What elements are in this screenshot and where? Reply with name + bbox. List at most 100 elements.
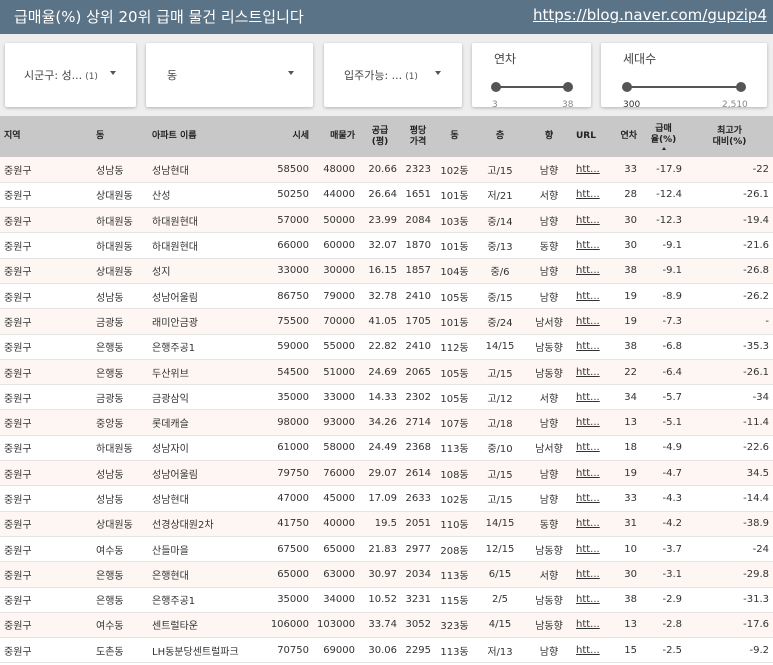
listing-table: 지역 동 아파트 이름 시세 매물가 공급 (평) 평당 가격 동 층 향 UR… bbox=[0, 116, 773, 664]
table-row[interactable]: 중원구 여수동 산들마을 67500 65000 21.83 2977 208동 12/15 남동… bbox=[0, 536, 773, 563]
cell-age: 28 bbox=[606, 182, 641, 209]
cell-building: 102동 bbox=[435, 485, 474, 512]
cell-url-link[interactable]: htt... bbox=[572, 258, 606, 284]
cell-url-link[interactable]: htt... bbox=[572, 536, 606, 563]
table-row[interactable]: 중원구 하대원동 성남자이 61000 58000 24.49 2368 113동 중/10 남서… bbox=[0, 435, 773, 462]
header-age[interactable]: 연차 bbox=[606, 116, 641, 157]
cell-age: 33 bbox=[606, 157, 641, 183]
sigungu-filter-dropdown[interactable]: 시군구: 성... (1) bbox=[5, 43, 136, 107]
cell-price-per-pyeong: 2633 bbox=[401, 485, 435, 512]
table-row[interactable]: 중원구 성남동 성남어울림 79750 76000 29.07 2614 108동 고/15 남향… bbox=[0, 460, 773, 487]
cell-price-per-pyeong: 2714 bbox=[401, 409, 435, 436]
header-building[interactable]: 동 bbox=[435, 116, 474, 157]
cell-area: 21.83 bbox=[359, 536, 401, 563]
header-discount-rate[interactable]: 급매 율(%) bbox=[641, 116, 686, 157]
table-row[interactable]: 중원구 성남동 성남현대 58500 48000 20.66 2323 102동 고/15 남향 h… bbox=[0, 157, 773, 183]
cell-age: 22 bbox=[606, 359, 641, 386]
cell-direction: 동향 bbox=[526, 511, 572, 537]
cell-url-link[interactable]: htt... bbox=[572, 511, 606, 537]
listing-table-container: 지역 동 아파트 이름 시세 매물가 공급 (평) 평당 가격 동 층 향 UR… bbox=[0, 116, 773, 665]
cell-price-per-pyeong: 1857 bbox=[401, 258, 435, 284]
header-direction[interactable]: 향 bbox=[526, 116, 572, 157]
table-row[interactable]: 중원구 하대원동 하대원현대 66000 60000 32.07 1870 101동 중/13 동… bbox=[0, 232, 773, 259]
header-listing-price[interactable]: 매물가 bbox=[313, 116, 359, 157]
table-row[interactable]: 중원구 은행동 은행주공1 35000 34000 10.52 3231 115동 2/5 남동향… bbox=[0, 587, 773, 613]
cell-url-link[interactable]: htt... bbox=[572, 359, 606, 386]
cell-dong: 상대원동 bbox=[92, 182, 148, 209]
cell-url-link[interactable]: htt... bbox=[572, 637, 606, 664]
cell-url-link[interactable]: htt... bbox=[572, 587, 606, 613]
table-row[interactable]: 중원구 금광동 금광삼익 35000 33000 14.33 2302 105동 고/12 서향 h… bbox=[0, 384, 773, 411]
table-row[interactable]: 중원구 중앙동 롯데캐슬 98000 93000 34.26 2714 107동 고/18 남향 h… bbox=[0, 409, 773, 436]
cell-listing-price: 63000 bbox=[313, 561, 359, 588]
table-row[interactable]: 중원구 은행동 두산위브 54500 51000 24.69 2065 105동 고/15 남동향… bbox=[0, 359, 773, 386]
cell-url-link[interactable]: htt... bbox=[572, 232, 606, 259]
header-dong[interactable]: 동 bbox=[92, 116, 148, 157]
cell-region: 중원구 bbox=[0, 384, 92, 411]
table-row[interactable]: 중원구 상대원동 성지 33000 30000 16.15 1857 104동 중/6 남향 htt… bbox=[0, 258, 773, 284]
cell-url-link[interactable]: htt... bbox=[572, 283, 606, 310]
age-slider-track[interactable] bbox=[496, 86, 568, 88]
cell-building: 108동 bbox=[435, 460, 474, 487]
cell-price-per-pyeong: 2323 bbox=[401, 157, 435, 183]
header-vs-max-price[interactable]: 최고가 대비(%) bbox=[686, 116, 773, 157]
cell-url-link[interactable]: htt... bbox=[572, 334, 606, 360]
cell-url-link[interactable]: htt... bbox=[572, 485, 606, 512]
table-body: 중원구 성남동 성남현대 58500 48000 20.66 2323 102동 고/15 남향 h… bbox=[0, 157, 773, 664]
header-area[interactable]: 공급 (평) bbox=[359, 116, 401, 157]
table-row[interactable]: 중원구 도촌동 LH동분당센트럴파크 70750 69000 30.06 2295 113동 저… bbox=[0, 637, 773, 664]
cell-url-link[interactable]: htt... bbox=[572, 460, 606, 487]
age-slider-min-handle[interactable] bbox=[491, 82, 501, 92]
blog-link[interactable]: https://blog.naver.com/gupzip4 bbox=[533, 6, 767, 24]
cell-vs-max-price: -38.9 bbox=[686, 511, 773, 537]
table-row[interactable]: 중원구 상대원동 산성 50250 44000 26.64 1651 101동 저/21 서향 ht… bbox=[0, 182, 773, 209]
cell-url-link[interactable]: htt... bbox=[572, 182, 606, 209]
cell-price-per-pyeong: 2977 bbox=[401, 536, 435, 563]
cell-discount-rate: -5.7 bbox=[641, 384, 686, 411]
cell-price-per-pyeong: 2614 bbox=[401, 460, 435, 487]
cell-url-link[interactable]: htt... bbox=[572, 561, 606, 588]
cell-url-link[interactable]: htt... bbox=[572, 308, 606, 335]
cell-url-link[interactable]: htt... bbox=[572, 409, 606, 436]
cell-floor: 4/15 bbox=[474, 612, 526, 639]
age-slider-max-handle[interactable] bbox=[563, 82, 573, 92]
header-apt-name[interactable]: 아파트 이름 bbox=[148, 116, 259, 157]
cell-market-price: 59000 bbox=[259, 334, 313, 360]
cell-url-link[interactable]: htt... bbox=[572, 157, 606, 183]
cell-listing-price: 76000 bbox=[313, 460, 359, 487]
table-row[interactable]: 중원구 성남동 성남어울림 86750 79000 32.78 2410 105동 중/15 남향… bbox=[0, 283, 773, 310]
cell-direction: 남동향 bbox=[526, 359, 572, 386]
cell-url-link[interactable]: htt... bbox=[572, 384, 606, 411]
cell-url-link[interactable]: htt... bbox=[572, 207, 606, 234]
dashboard-header: 급매율(%) 상위 20위 급매 물건 리스트입니다 https://blog.… bbox=[0, 0, 773, 34]
dong-filter-dropdown[interactable]: 동 bbox=[146, 43, 313, 107]
cell-region: 중원구 bbox=[0, 157, 92, 183]
cell-apt-name: 센트럴타운 bbox=[148, 612, 259, 639]
table-row[interactable]: 중원구 은행동 은행주공1 59000 55000 22.82 2410 112동 14/15 남… bbox=[0, 334, 773, 360]
header-region[interactable]: 지역 bbox=[0, 116, 92, 157]
movein-filter-dropdown[interactable]: 입주가능: ... (1) bbox=[324, 43, 462, 107]
households-slider-track[interactable] bbox=[627, 86, 741, 88]
cell-vs-max-price: -31.3 bbox=[686, 587, 773, 613]
cell-dong: 금광동 bbox=[92, 384, 148, 411]
table-row[interactable]: 중원구 상대원동 선경상대원2차 41750 40000 19.5 2051 110동 14/1… bbox=[0, 511, 773, 537]
cell-dong: 성남동 bbox=[92, 460, 148, 487]
table-row[interactable]: 중원구 여수동 센트럴타운 106000 103000 33.74 3052 323동 4/15… bbox=[0, 612, 773, 639]
header-url[interactable]: URL bbox=[572, 116, 606, 157]
cell-direction: 남향 bbox=[526, 157, 572, 183]
table-row[interactable]: 중원구 은행동 은행현대 65000 63000 30.97 2034 113동 6/15 서향 h… bbox=[0, 561, 773, 588]
cell-area: 33.74 bbox=[359, 612, 401, 639]
table-row[interactable]: 중원구 성남동 성남현대 47000 45000 17.09 2633 102동 고/15 남향 h… bbox=[0, 485, 773, 512]
cell-vs-max-price: -17.6 bbox=[686, 612, 773, 639]
cell-url-link[interactable]: htt... bbox=[572, 435, 606, 462]
header-floor[interactable]: 층 bbox=[474, 116, 526, 157]
households-slider-min-handle[interactable] bbox=[622, 82, 632, 92]
households-slider-max-handle[interactable] bbox=[736, 82, 746, 92]
table-row[interactable]: 중원구 금광동 래미안금광 75500 70000 41.05 1705 101동 중/24 남서… bbox=[0, 308, 773, 335]
cell-url-link[interactable]: htt... bbox=[572, 612, 606, 639]
table-row[interactable]: 중원구 하대원동 하대원현대 57000 50000 23.99 2084 103동 중/14 남… bbox=[0, 207, 773, 234]
sigungu-filter-label: 시군구: 성... (1) bbox=[24, 69, 98, 82]
cell-listing-price: 51000 bbox=[313, 359, 359, 386]
header-market-price[interactable]: 시세 bbox=[259, 116, 313, 157]
header-price-per-pyeong[interactable]: 평당 가격 bbox=[401, 116, 435, 157]
